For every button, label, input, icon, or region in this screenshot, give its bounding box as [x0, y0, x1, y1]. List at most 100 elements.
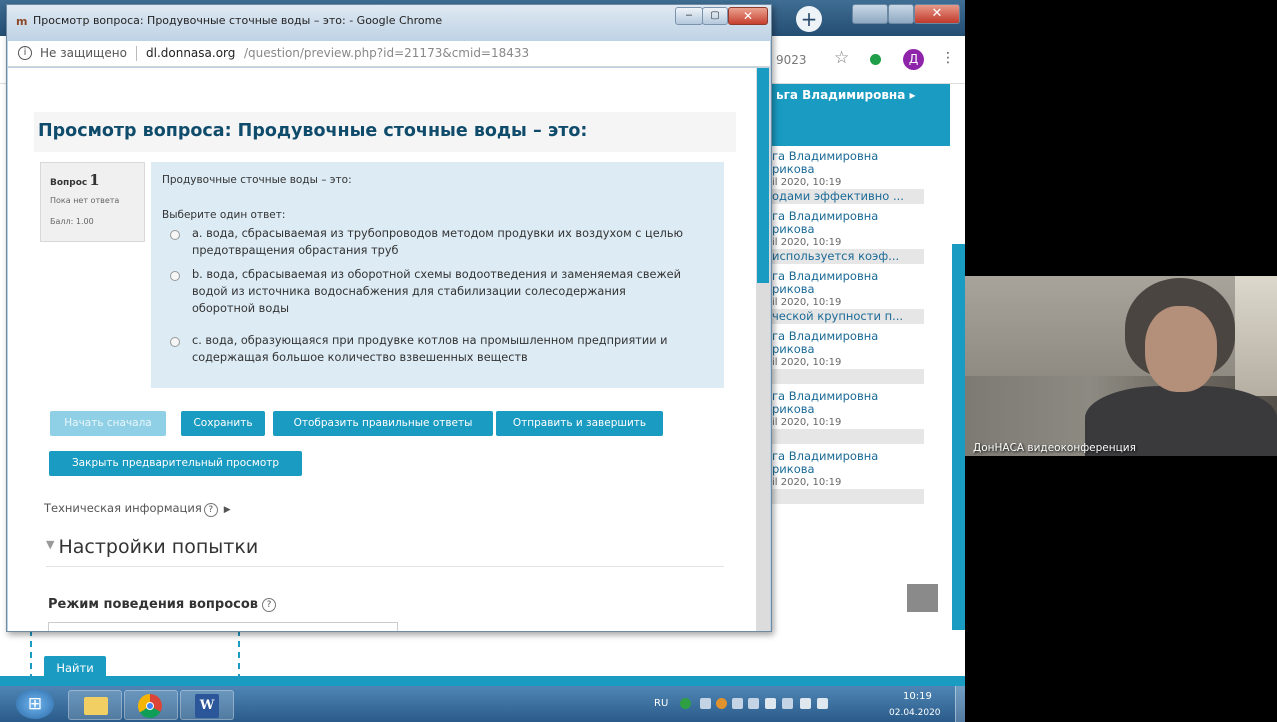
start-button[interactable]: ⊞ — [16, 689, 54, 719]
behaviour-mode-label: Режим поведения вопросов? — [48, 597, 277, 612]
answer-option-text[interactable]: a. вода, сбрасываемая из трубопроводов м… — [192, 225, 692, 259]
address-divider — [136, 46, 137, 61]
new-tab-button[interactable]: + — [796, 6, 822, 32]
question-state: Пока нет ответа — [50, 196, 120, 205]
section-divider — [46, 566, 724, 567]
background-user-bar[interactable]: ьга Владимировна ▸ — [762, 84, 950, 146]
activity-author-surname: рикова — [772, 163, 815, 176]
activity-entry[interactable]: га Владимировна рикова il 2020, 10:19 ис… — [772, 210, 924, 270]
dashed-divider — [30, 630, 32, 680]
behaviour-mode-select[interactable] — [48, 622, 398, 631]
radio-button[interactable] — [170, 337, 180, 347]
explorer-taskbar-button[interactable] — [68, 690, 122, 720]
windows-taskbar: ⊞ W RU 10:19 02.04.2020 — [0, 686, 965, 722]
tray-app-icon[interactable] — [732, 698, 743, 709]
url-path[interactable]: /question/preview.php?id=21173&cmid=1843… — [244, 46, 529, 60]
scroll-to-top-button[interactable] — [907, 584, 938, 612]
video-conference-panel[interactable]: ДонНАСА видеоконференция — [965, 276, 1277, 456]
question-text: Продувочные сточные воды – это: — [162, 174, 352, 186]
network-signal-icon[interactable] — [800, 698, 811, 709]
activity-author-surname: рикова — [772, 343, 815, 356]
site-favicon-icon: m — [16, 15, 28, 28]
popup-minimize-button[interactable]: ‒ — [675, 7, 703, 25]
chrome-taskbar-button[interactable] — [124, 690, 178, 720]
popup-maximize-button[interactable]: ▢ — [702, 7, 728, 25]
submit-finish-button[interactable]: Отправить и завершить — [496, 411, 663, 436]
popup-scrollbar[interactable] — [756, 68, 770, 631]
question-grade: Балл: 1.00 — [50, 217, 94, 226]
attempt-settings-heading[interactable]: ▼ Настройки попытки — [46, 536, 258, 558]
answer-option-text[interactable]: c. вода, образующаяся при продувке котло… — [192, 332, 692, 366]
word-icon: W — [195, 694, 219, 718]
activity-subject[interactable]: одами эффективно ... — [772, 189, 924, 204]
expand-arrow-icon[interactable]: ▶ — [224, 505, 231, 515]
activity-entry[interactable]: га Владимировна рикова il 2020, 10:19 че… — [772, 270, 924, 330]
activity-entry[interactable]: га Владимировна рикова il 2020, 10:19 — [772, 390, 924, 450]
show-desktop-button[interactable] — [955, 686, 965, 722]
attempt-settings-label[interactable]: Настройки попытки — [58, 536, 258, 558]
tray-app-icon[interactable] — [782, 698, 793, 709]
question-number: Вопрос 1 — [50, 171, 100, 189]
volume-icon[interactable] — [817, 698, 828, 709]
scrollbar-thumb[interactable] — [757, 68, 769, 283]
extension-icon[interactable] — [870, 54, 881, 65]
tray-app-icon[interactable] — [748, 698, 759, 709]
video-participant-face — [1145, 306, 1217, 392]
desktop-area: + ✕ 9023 ☆ Д ⋮ ьга Владимировна ▸ га Вла… — [0, 0, 965, 722]
activity-author-surname: рикова — [772, 403, 815, 416]
bookmark-star-icon[interactable]: ☆ — [834, 48, 849, 68]
profile-avatar[interactable]: Д — [903, 49, 924, 70]
activity-subject[interactable] — [772, 429, 924, 444]
not-secure-label[interactable]: Не защищено — [40, 46, 127, 60]
activity-author: га Владимировна — [772, 450, 879, 463]
tray-status-icon[interactable] — [680, 698, 691, 709]
background-minimize-button[interactable] — [852, 4, 888, 24]
collapse-triangle-icon[interactable]: ▼ — [46, 538, 54, 551]
activity-date: il 2020, 10:19 — [772, 297, 842, 308]
activity-entry[interactable]: га Владимировна рикова il 2020, 10:19 — [772, 450, 924, 510]
answer-prompt: Выберите один ответ: — [162, 209, 286, 221]
help-icon[interactable]: ? — [262, 598, 277, 612]
activity-subject[interactable] — [772, 369, 924, 384]
activity-entry[interactable]: га Владимировна рикова il 2020, 10:19 — [772, 330, 924, 390]
popup-page-content: Просмотр вопроса: Продувочные сточные во… — [8, 68, 756, 631]
activity-subject[interactable] — [772, 489, 924, 504]
background-url-fragment[interactable]: 9023 — [776, 53, 807, 67]
popup-address-bar[interactable]: i Не защищено dl.donnasa.org /question/p… — [8, 41, 770, 67]
radio-button[interactable] — [170, 230, 180, 240]
background-username[interactable]: ьга Владимировна ▸ — [776, 88, 916, 102]
menu-kebab-icon[interactable]: ⋮ — [941, 50, 955, 66]
activity-author: га Владимировна — [772, 270, 879, 283]
radio-button[interactable] — [170, 271, 180, 281]
background-close-button[interactable]: ✕ — [914, 4, 960, 24]
word-taskbar-button[interactable]: W — [180, 690, 234, 720]
popup-close-button[interactable]: ✕ — [728, 7, 768, 25]
fill-correct-button[interactable]: Отобразить правильные ответы — [273, 411, 493, 436]
activity-date: il 2020, 10:19 — [772, 477, 842, 488]
popup-titlebar[interactable]: m Просмотр вопроса: Продувочные сточные … — [7, 5, 771, 41]
video-window-light — [1235, 276, 1277, 396]
url-host[interactable]: dl.donnasa.org — [146, 46, 235, 60]
close-preview-button[interactable]: Закрыть предварительный просмотр — [49, 451, 302, 476]
tray-flag-icon[interactable] — [765, 698, 776, 709]
technical-info-label[interactable]: Техническая информация — [44, 501, 202, 515]
technical-info-toggle[interactable]: Техническая информация? ▶ — [44, 501, 231, 517]
clock-date[interactable]: 02.04.2020 — [889, 708, 941, 718]
tray-app-icon[interactable] — [716, 698, 727, 709]
language-indicator[interactable]: RU — [654, 698, 668, 709]
save-button[interactable]: Сохранить — [181, 411, 265, 436]
activity-subject[interactable]: используется коэф... — [772, 249, 924, 264]
activity-author: га Владимировна — [772, 150, 879, 163]
restart-button[interactable]: Начать сначала — [50, 411, 166, 436]
dashed-divider — [238, 630, 240, 680]
help-icon[interactable]: ? — [203, 503, 218, 517]
activity-date: il 2020, 10:19 — [772, 357, 842, 368]
background-maximize-button[interactable] — [888, 4, 914, 24]
tray-app-icon[interactable] — [700, 698, 711, 709]
activity-entry[interactable]: га Владимировна рикова il 2020, 10:19 од… — [772, 150, 924, 210]
clock-time[interactable]: 10:19 — [903, 691, 932, 702]
activity-date: il 2020, 10:19 — [772, 417, 842, 428]
answer-option-text[interactable]: b. вода, сбрасываемая из оборотной схемы… — [192, 266, 692, 317]
activity-subject[interactable]: ческой крупности п... — [772, 309, 924, 324]
info-icon[interactable]: i — [18, 46, 32, 60]
